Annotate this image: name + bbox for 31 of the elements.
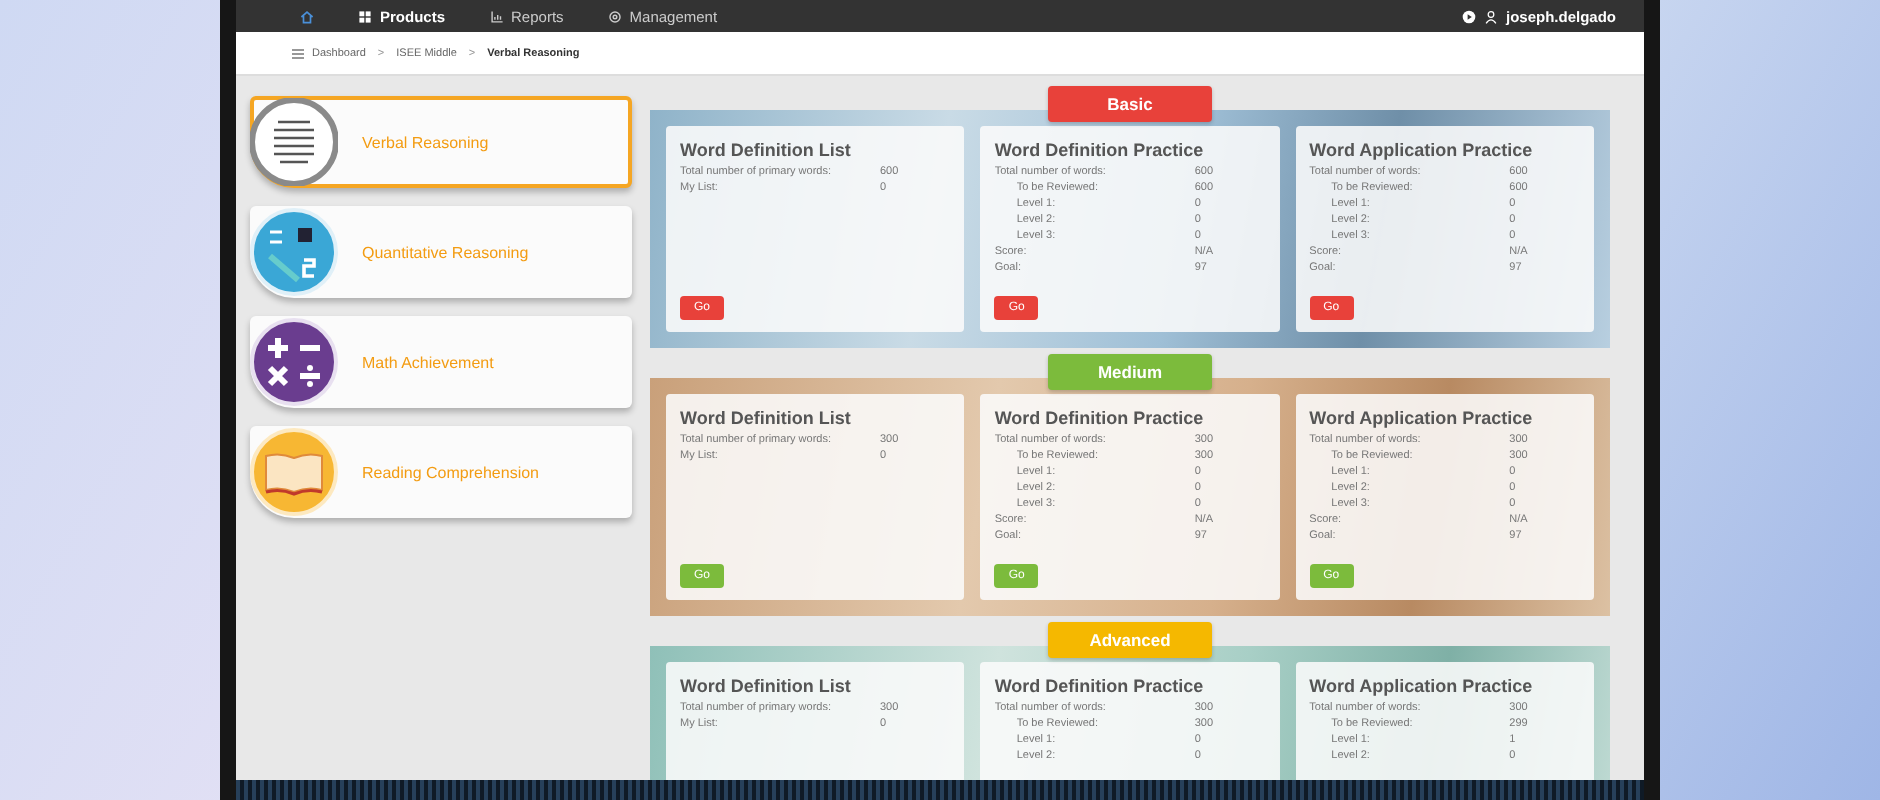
level-badge: Advanced: [1048, 622, 1212, 658]
subject-label: Reading Comprehension: [362, 463, 539, 481]
subject-card[interactable]: Reading Comprehension: [250, 426, 632, 518]
math-symbols-icon: [250, 208, 338, 296]
level-badge: Medium: [1048, 354, 1212, 390]
grid-icon: [358, 9, 372, 23]
user-icon: [1483, 9, 1498, 23]
subject-label: Math Achievement: [362, 353, 494, 371]
home-icon[interactable]: [300, 9, 314, 23]
level-badge: Basic: [1048, 86, 1212, 122]
settings-icon: [607, 9, 622, 23]
card-title: Word Application Practice: [1309, 140, 1535, 160]
card-title: Word Application Practice: [1309, 676, 1535, 696]
card-title: Word Definition List: [680, 676, 853, 696]
card-title: Word Definition Practice: [994, 676, 1206, 696]
play-icon[interactable]: [1461, 9, 1476, 23]
card-title: Word Application Practice: [1309, 408, 1535, 428]
analogy-text-icon: [250, 98, 338, 186]
subject-card[interactable]: Verbal Reasoning: [250, 96, 632, 188]
list-icon: [292, 47, 304, 59]
card-title: Word Definition Practice: [994, 140, 1206, 160]
subject-card[interactable]: Quantitative Reasoning: [250, 206, 632, 298]
chart-icon: [489, 9, 504, 23]
subject-label: Verbal Reasoning: [362, 133, 489, 151]
subject-label: Quantitative Reasoning: [362, 243, 529, 261]
card-title: Word Definition List: [680, 408, 853, 428]
math-operators-icon: [250, 318, 338, 406]
card-title: Word Definition List: [680, 140, 853, 160]
card-title: Word Definition Practice: [994, 408, 1206, 428]
book-icon: [250, 428, 338, 516]
subject-card[interactable]: Math Achievement: [250, 316, 632, 408]
